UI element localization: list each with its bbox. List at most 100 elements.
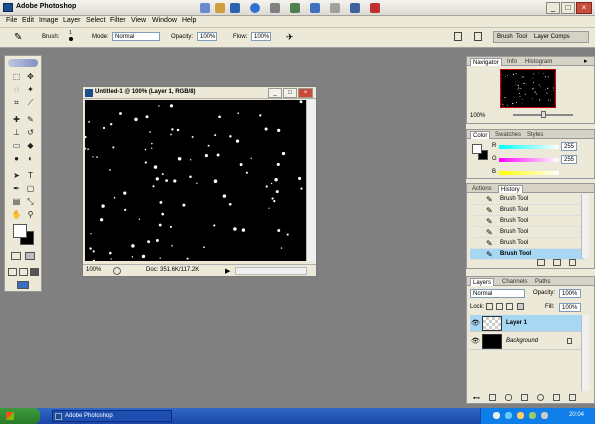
link-layers-icon[interactable]: ⊷ [473, 394, 480, 402]
slice-tool-icon[interactable]: ⟋ [24, 97, 37, 109]
panel-menu-icon[interactable]: ▸ [584, 57, 588, 65]
color-r-slider[interactable] [499, 145, 559, 149]
brush-tool-icon[interactable]: ✎ [14, 32, 22, 43]
brush-tool-icon[interactable]: ✎ [24, 114, 37, 126]
navigator-zoom[interactable]: 100% [470, 113, 485, 119]
blur-tool-icon[interactable]: ● [10, 153, 23, 165]
palette-well-icon[interactable] [474, 32, 482, 41]
tab-actions[interactable]: Actions [470, 185, 494, 193]
path-selection-tool-icon[interactable]: ➤ [10, 170, 23, 182]
zoom-tool-icon[interactable]: ⚲ [24, 209, 37, 221]
menu-layer[interactable]: Layer [63, 17, 81, 24]
close-icon[interactable]: × [576, 2, 592, 14]
doc-close-icon[interactable]: × [298, 88, 313, 98]
color-fg-swatch[interactable] [472, 144, 482, 154]
color-g-field[interactable]: 255 [561, 155, 577, 164]
screen-mode-full-icon[interactable] [30, 268, 39, 276]
magic-wand-tool-icon[interactable]: ✦ [24, 84, 37, 96]
menu-window[interactable]: Window [152, 17, 177, 24]
status-info-icon[interactable] [113, 267, 121, 275]
well-tab-layer-comps[interactable]: Layer Comps [534, 34, 570, 40]
history-item[interactable]: ✎ Brush Tool [470, 238, 584, 249]
quicklaunch-icon[interactable] [290, 3, 300, 13]
history-item[interactable]: ✎ Brush Tool [470, 249, 584, 260]
tray-icon[interactable] [493, 412, 500, 419]
tray-icon[interactable] [529, 412, 536, 419]
healing-brush-tool-icon[interactable]: ✚ [10, 114, 23, 126]
menu-file[interactable]: File [6, 17, 17, 24]
screen-mode-standard-icon[interactable] [8, 268, 17, 276]
volume-icon[interactable] [541, 412, 548, 419]
mode-select[interactable]: Normal [112, 32, 160, 41]
layer-row[interactable]: 👁 Layer 1 [470, 315, 581, 332]
history-new-document-icon[interactable] [537, 259, 545, 266]
doc-minimize-icon[interactable]: _ [268, 88, 282, 98]
color-b-slider[interactable] [499, 171, 559, 175]
layer-blend-mode-select[interactable]: Normal [470, 289, 525, 298]
lock-all-icon[interactable] [517, 303, 524, 310]
document-zoom[interactable]: 100% [86, 267, 101, 273]
tab-layers[interactable]: Layers [470, 278, 495, 286]
status-menu-arrow-icon[interactable]: ▶ [225, 267, 230, 275]
move-tool-icon[interactable]: ✥ [24, 71, 37, 83]
history-item[interactable]: ✎ Brush Tool [470, 205, 584, 216]
airbrush-icon[interactable]: ✈ [286, 32, 294, 43]
layer-row[interactable]: 👁 Background [470, 333, 581, 350]
quicklaunch-icon[interactable] [270, 3, 280, 13]
dodge-tool-icon[interactable]: ◐ [24, 153, 37, 165]
file-browser-icon[interactable] [454, 32, 462, 41]
pen-tool-icon[interactable]: ✒ [10, 183, 23, 195]
new-layer-icon[interactable] [553, 394, 560, 401]
notes-tool-icon[interactable]: ▤ [10, 196, 23, 208]
standard-mode-icon[interactable] [11, 252, 21, 260]
tab-channels[interactable]: Channels [500, 278, 529, 286]
canvas[interactable] [85, 100, 316, 261]
history-brush-tool-icon[interactable]: ↺ [24, 127, 37, 139]
crop-tool-icon[interactable]: ⌗ [10, 97, 23, 109]
navigator-slider-thumb[interactable] [541, 111, 546, 118]
visibility-eye-icon[interactable]: 👁 [471, 337, 480, 345]
jump-to-imageready-icon[interactable] [17, 281, 29, 289]
doc-maximize-icon[interactable]: □ [283, 88, 297, 98]
layer-style-icon[interactable] [489, 394, 496, 401]
menu-filter[interactable]: Filter [110, 17, 126, 24]
eyedropper-tool-icon[interactable]: ⤡ [24, 196, 37, 208]
lock-pixels-icon[interactable] [496, 303, 503, 310]
history-scrollbar[interactable] [581, 194, 589, 258]
layer-mask-icon[interactable] [505, 394, 512, 401]
quicklaunch-icon[interactable] [230, 3, 240, 13]
lock-transparency-icon[interactable] [486, 303, 493, 310]
brush-preview-icon[interactable] [69, 37, 73, 41]
tab-swatches[interactable]: Swatches [493, 131, 523, 139]
color-r-field[interactable]: 255 [561, 142, 577, 151]
paint-bucket-tool-icon[interactable]: ◆ [24, 140, 37, 152]
maximize-icon[interactable]: □ [561, 2, 575, 14]
clone-stamp-tool-icon[interactable]: ⊥ [10, 127, 23, 139]
adobe-feather-icon[interactable] [8, 59, 38, 67]
history-snapshot-icon[interactable] [553, 259, 561, 266]
vertical-scrollbar[interactable] [306, 100, 316, 261]
quicklaunch-icon[interactable] [310, 3, 320, 13]
marquee-tool-icon[interactable]: ⬚ [10, 71, 23, 83]
tray-icon[interactable] [505, 412, 512, 419]
type-tool-icon[interactable]: T [24, 170, 37, 182]
visibility-eye-icon[interactable]: 👁 [471, 319, 480, 327]
flow-field[interactable]: 100% [251, 32, 271, 41]
quicklaunch-icon[interactable] [370, 3, 380, 13]
history-item[interactable]: ✎ Brush Tool [470, 194, 584, 205]
menu-select[interactable]: Select [86, 17, 105, 24]
document-title-bar[interactable]: Untitled-1 @ 100% (Layer 1, RGB/8) _ □ × [83, 87, 316, 99]
minimize-icon[interactable]: _ [546, 2, 560, 14]
well-tab-tool[interactable]: Tool [516, 34, 527, 40]
brush-size[interactable]: 1 [69, 30, 72, 36]
hand-tool-icon[interactable]: ✋ [10, 209, 23, 221]
quickmask-mode-icon[interactable] [25, 252, 35, 260]
menu-image[interactable]: Image [39, 17, 58, 24]
new-group-icon[interactable] [521, 394, 528, 401]
lock-position-icon[interactable] [506, 303, 513, 310]
opacity-field[interactable]: 100% [197, 32, 217, 41]
foreground-color-swatch-top[interactable] [13, 224, 27, 238]
tab-histogram[interactable]: Histogram [523, 58, 554, 66]
horizontal-scrollbar[interactable] [235, 267, 307, 275]
delete-layer-icon[interactable] [569, 394, 576, 401]
